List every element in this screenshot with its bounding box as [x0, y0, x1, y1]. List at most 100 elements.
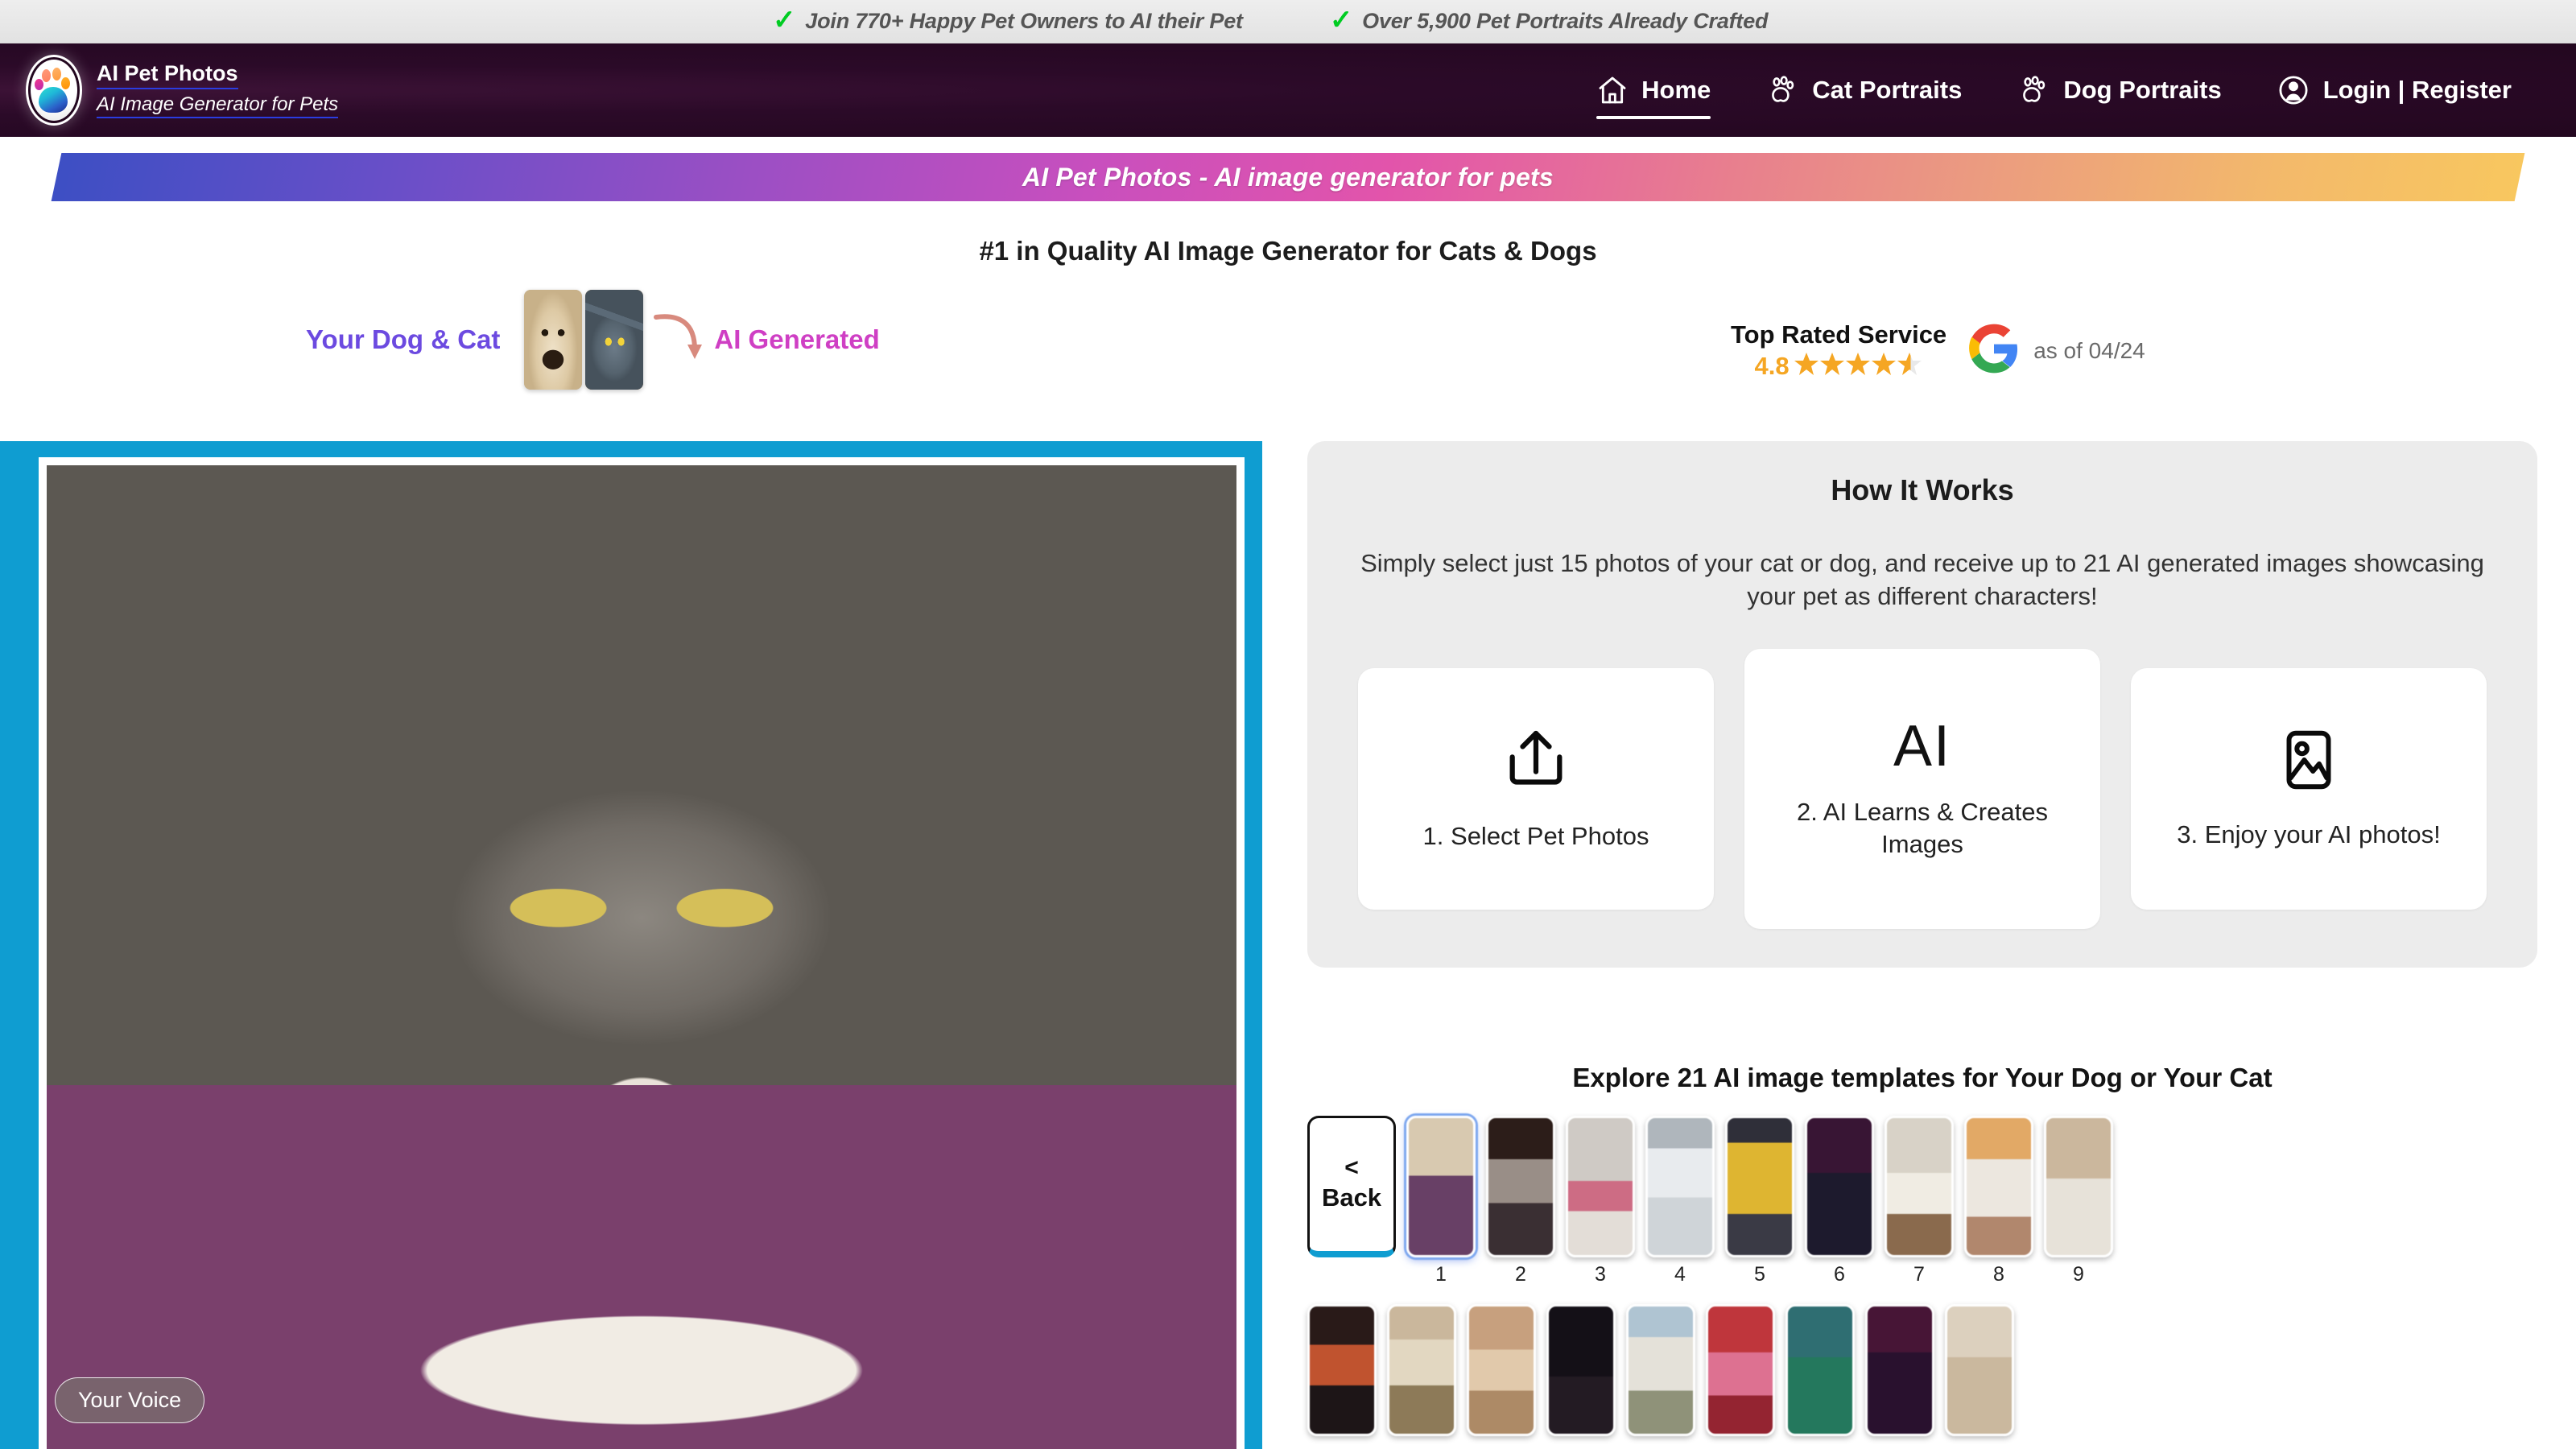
rating-block: Top Rated Service 4.8 as of 04/24: [1731, 320, 2145, 381]
upload-icon: [1501, 724, 1571, 799]
nav-label-login-register: Login | Register: [2322, 76, 2512, 104]
before-label: Your Dog & Cat: [306, 324, 501, 354]
template-cell: [1387, 1303, 1456, 1436]
voice-badge[interactable]: Your Voice: [55, 1377, 205, 1423]
site-header: AI Pet Photos AI Image Generator for Pet…: [0, 43, 2576, 137]
template-thumb-12[interactable]: [1467, 1303, 1536, 1436]
nav-label-cat-portraits: Cat Portraits: [1812, 76, 1963, 104]
template-thumb-8[interactable]: [1964, 1115, 2033, 1257]
back-button[interactable]: < Back: [1307, 1115, 1396, 1257]
step-card-select-photos[interactable]: 1. Select Pet Photos: [1358, 667, 1714, 910]
template-cell: [1467, 1303, 1536, 1436]
before-after-strip: Your Dog & Cat AI Generated: [306, 290, 880, 390]
how-it-works-subtitle: Simply select just 15 photos of your cat…: [1360, 549, 2484, 610]
brand-tagline: AI Image Generator for Pets: [97, 93, 339, 119]
template-cell: 8: [1964, 1115, 2033, 1286]
step-card-label-3: 3. Enjoy your AI photos!: [2177, 820, 2441, 849]
template-number: 8: [1993, 1262, 2004, 1286]
page-edge-fade: [2537, 201, 2576, 1449]
template-thumb-9[interactable]: [2044, 1115, 2113, 1257]
brand-logo-link[interactable]: AI Pet Photos AI Image Generator for Pet…: [26, 55, 339, 126]
nav-label-dog-portraits: Dog Portraits: [2063, 76, 2222, 104]
templates-row-1: < Back 1 2 3 4 5 6 7 8 9: [1307, 1115, 2537, 1286]
back-button-label: Back: [1321, 1183, 1382, 1212]
announcement-text-1: Join 770+ Happy Pet Owners to AI their P…: [805, 9, 1243, 33]
template-cell: 9: [2044, 1115, 2113, 1286]
announcement-text-2: Over 5,900 Pet Portraits Already Crafted: [1362, 9, 1769, 33]
paw-logo-icon: [26, 55, 82, 126]
template-number: 5: [1754, 1262, 1765, 1286]
announcement-item-2: ✓ Over 5,900 Pet Portraits Already Craft…: [1329, 4, 1769, 35]
template-thumb-17[interactable]: [1865, 1303, 1934, 1436]
templates-row-2: [1307, 1303, 2537, 1436]
template-cell: 3: [1566, 1115, 1635, 1286]
template-cell: 5: [1725, 1115, 1794, 1286]
template-cell: 1: [1406, 1115, 1476, 1286]
star-rating-icon: [1794, 351, 1923, 381]
nav-item-dog-portraits[interactable]: Dog Portraits: [1989, 43, 2248, 137]
step-card-label-2: 2. AI Learns & Creates Images: [1797, 797, 2048, 858]
announcement-bar: ✓ Join 770+ Happy Pet Owners to AI their…: [0, 0, 2576, 43]
template-thumb-2[interactable]: [1486, 1115, 1555, 1257]
announcement-item-1: ✓ Join 770+ Happy Pet Owners to AI their…: [773, 4, 1243, 35]
template-cell: [1546, 1303, 1616, 1436]
main-navigation: Home Cat Portraits Dog Portraits Login |…: [1569, 43, 2539, 137]
template-cell: [1945, 1303, 2014, 1436]
template-number: 2: [1515, 1262, 1526, 1286]
rating-title: Top Rated Service: [1731, 320, 1947, 349]
ai-text-icon: AI: [1893, 713, 1952, 778]
template-thumb-15[interactable]: [1706, 1303, 1775, 1436]
user-circle-icon: [2277, 73, 2310, 107]
nav-item-cat-portraits[interactable]: Cat Portraits: [1738, 43, 1989, 137]
template-number: 6: [1834, 1262, 1845, 1286]
google-logo-icon: [1969, 324, 2019, 378]
rating-score: 4.8: [1754, 351, 1790, 380]
promo-ribbon-text: AI Pet Photos - AI image generator for p…: [1022, 162, 1554, 192]
template-thumb-13[interactable]: [1546, 1303, 1616, 1436]
template-cell: 4: [1645, 1115, 1715, 1286]
template-thumb-6[interactable]: [1805, 1115, 1874, 1257]
template-thumb-5[interactable]: [1725, 1115, 1794, 1257]
brand-name: AI Pet Photos: [97, 61, 238, 89]
templates-title: Explore 21 AI image templates for Your D…: [1572, 1062, 2273, 1092]
template-thumb-4[interactable]: [1645, 1115, 1715, 1257]
check-icon: ✓: [773, 4, 796, 35]
rating-date: as of 04/24: [2033, 337, 2145, 363]
chevron-left-icon: <: [1344, 1154, 1359, 1182]
template-cell: 2: [1486, 1115, 1555, 1286]
template-cell: [1706, 1303, 1775, 1436]
after-label: AI Generated: [714, 324, 880, 354]
template-thumb-7[interactable]: [1885, 1115, 1954, 1257]
check-icon: ✓: [1329, 4, 1353, 35]
template-thumb-3[interactable]: [1566, 1115, 1635, 1257]
template-cell: 6: [1805, 1115, 1874, 1286]
template-thumb-18[interactable]: [1945, 1303, 2014, 1436]
template-cell: [1626, 1303, 1695, 1436]
nav-item-login-register[interactable]: Login | Register: [2249, 43, 2539, 137]
template-number: 9: [2073, 1262, 2084, 1286]
template-thumb-10[interactable]: [1307, 1303, 1377, 1436]
template-thumb-11[interactable]: [1387, 1303, 1456, 1436]
template-number: 3: [1595, 1262, 1606, 1286]
image-icon: [2275, 726, 2343, 798]
template-cell: 7: [1885, 1115, 1954, 1286]
how-it-works-panel: How It Works Simply select just 15 photo…: [1307, 441, 2537, 968]
page-title: #1 in Quality AI Image Generator for Cat…: [979, 236, 1597, 266]
paw-icon: [1765, 73, 1799, 107]
paw-icon: [2017, 73, 2050, 107]
nav-item-home[interactable]: Home: [1569, 43, 1738, 137]
template-thumb-1[interactable]: [1406, 1115, 1476, 1257]
template-thumb-14[interactable]: [1626, 1303, 1695, 1436]
dog-photo-thumb: [524, 290, 583, 390]
template-thumb-16[interactable]: [1785, 1303, 1855, 1436]
promo-ribbon: AI Pet Photos - AI image generator for p…: [0, 153, 2576, 201]
template-cell: [1785, 1303, 1855, 1436]
template-cell: [1865, 1303, 1934, 1436]
step-card-enjoy-photos[interactable]: 3. Enjoy your AI photos!: [2131, 667, 2487, 910]
step-card-ai-learns[interactable]: AI 2. AI Learns & Creates Images: [1744, 648, 2100, 929]
ai-generated-cat-in-purple-suit: Your Voice: [47, 465, 1236, 1449]
curved-arrow-icon: [651, 309, 704, 371]
home-icon: [1596, 74, 1629, 106]
hero-image-frame: Your Voice: [0, 441, 1262, 1449]
template-number: 7: [1913, 1262, 1925, 1286]
